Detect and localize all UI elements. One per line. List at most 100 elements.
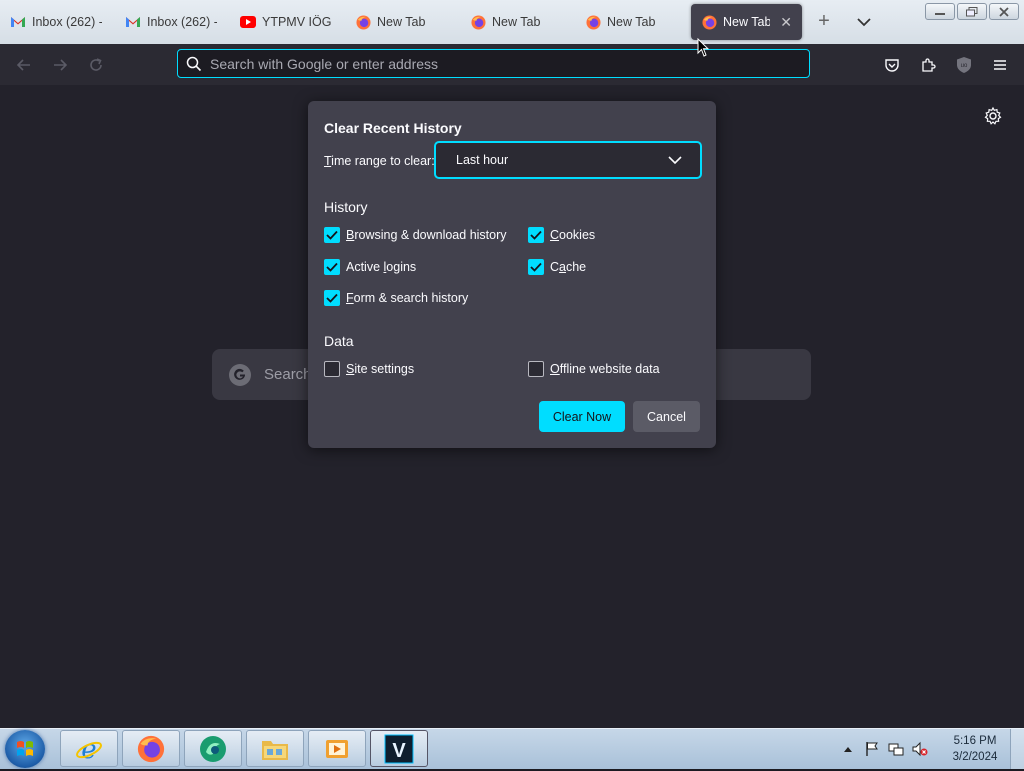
checkbox-label: Active logins bbox=[346, 260, 417, 274]
tab-strip: Inbox (262) - Inbox (262) - i YTPMV IÖGO… bbox=[0, 0, 1024, 44]
taskbar-vegas[interactable]: V bbox=[370, 730, 428, 767]
personalize-settings-button[interactable] bbox=[983, 106, 1003, 126]
tab-title: New Tab bbox=[492, 15, 541, 29]
tab-title: New Tab bbox=[607, 15, 656, 29]
list-all-tabs-button[interactable] bbox=[855, 13, 873, 31]
taskbar-internet-explorer[interactable]: e bbox=[60, 730, 118, 767]
close-tab-icon[interactable]: ✕ bbox=[770, 14, 792, 31]
search-icon bbox=[186, 56, 202, 72]
firefox-icon bbox=[137, 735, 165, 762]
time-range-value: Last hour bbox=[456, 153, 509, 167]
gmail-icon bbox=[10, 14, 26, 30]
label-text: ime range to clear: bbox=[331, 154, 435, 168]
forward-button[interactable] bbox=[50, 55, 70, 75]
mouse-cursor-icon bbox=[697, 38, 709, 57]
svg-text:V: V bbox=[392, 740, 406, 762]
tab-new-active[interactable]: New Tab ✕ bbox=[691, 4, 802, 40]
google-search-placeholder: Search bbox=[264, 366, 312, 383]
restore-button[interactable] bbox=[957, 3, 987, 20]
shield-icon: uo bbox=[957, 57, 971, 73]
arrow-left-icon bbox=[16, 59, 30, 71]
dialog-title: Clear Recent History bbox=[324, 120, 462, 136]
checkbox-label: Cache bbox=[550, 260, 587, 274]
history-heading: History bbox=[324, 199, 368, 215]
youtube-icon bbox=[240, 14, 256, 30]
checkbox-label: Browsing & download history bbox=[346, 228, 507, 242]
action-center-icon[interactable] bbox=[864, 741, 880, 757]
back-button[interactable] bbox=[14, 55, 34, 75]
internet-explorer-icon: e bbox=[76, 735, 102, 764]
tab-gmail-1[interactable]: Inbox (262) - bbox=[10, 0, 102, 44]
ublock-button[interactable]: uo bbox=[954, 55, 974, 75]
checkmark-icon bbox=[528, 259, 544, 275]
checkmark-icon bbox=[324, 227, 340, 243]
browsing-history-checkbox[interactable]: Browsing & download history bbox=[324, 227, 507, 243]
arrow-right-icon bbox=[54, 59, 68, 71]
tab-gmail-2[interactable]: Inbox (262) - i bbox=[125, 0, 217, 44]
network-icon[interactable] bbox=[888, 741, 904, 757]
tab-title: Inbox (262) - bbox=[32, 15, 102, 29]
vegas-icon: V bbox=[384, 734, 414, 763]
chevron-up-icon bbox=[844, 747, 852, 752]
chevron-down-icon bbox=[668, 156, 682, 165]
taskbar-media-player[interactable] bbox=[308, 730, 366, 767]
show-hidden-icons-button[interactable] bbox=[840, 741, 856, 757]
start-button[interactable] bbox=[5, 730, 45, 768]
new-tab-button[interactable]: + bbox=[814, 11, 834, 32]
volume-muted-icon[interactable] bbox=[912, 741, 928, 757]
firefox-icon bbox=[470, 14, 486, 30]
menu-button[interactable] bbox=[990, 55, 1010, 75]
gmail-icon bbox=[125, 14, 141, 30]
google-icon bbox=[229, 363, 251, 386]
tab-youtube[interactable]: YTPMV IÖGO bbox=[240, 0, 332, 44]
extensions-button[interactable] bbox=[918, 55, 938, 75]
address-bar[interactable] bbox=[177, 49, 810, 78]
unchecked-box-icon bbox=[324, 361, 340, 377]
speaker-muted-icon bbox=[912, 741, 928, 757]
close-window-button[interactable] bbox=[989, 3, 1019, 20]
cache-checkbox[interactable]: Cache bbox=[528, 259, 586, 275]
checkmark-icon bbox=[528, 227, 544, 243]
tab-title: Inbox (262) - i bbox=[147, 15, 217, 29]
time-range-label: Time range to clear: bbox=[324, 154, 435, 168]
data-heading: Data bbox=[324, 333, 354, 349]
reload-button[interactable] bbox=[86, 55, 106, 75]
tab-new-1[interactable]: New Tab bbox=[355, 0, 447, 44]
firefox-icon bbox=[585, 14, 601, 30]
unchecked-box-icon bbox=[528, 361, 544, 377]
taskbar-firefox[interactable] bbox=[122, 730, 180, 767]
taskbar-file-explorer[interactable] bbox=[246, 730, 304, 767]
windows-logo-icon bbox=[17, 741, 33, 756]
tab-title: New Tab bbox=[377, 15, 426, 29]
form-search-history-checkbox[interactable]: Form & search history bbox=[324, 290, 468, 306]
time-range-select[interactable]: Last hour bbox=[434, 141, 702, 179]
checkbox-label: Site settings bbox=[346, 362, 415, 376]
taskbar-browser-app[interactable] bbox=[184, 730, 242, 767]
cancel-button[interactable]: Cancel bbox=[633, 401, 700, 432]
windows-taskbar: e V 5:16 PM 3/2/2024 bbox=[0, 728, 1024, 769]
active-logins-checkbox[interactable]: Active logins bbox=[324, 259, 416, 275]
svg-text:e: e bbox=[81, 735, 96, 764]
media-player-icon bbox=[326, 739, 348, 758]
tab-new-3[interactable]: New Tab bbox=[585, 0, 677, 44]
clear-now-button[interactable]: Clear Now bbox=[539, 401, 625, 432]
cookies-checkbox[interactable]: Cookies bbox=[528, 227, 595, 243]
firefox-icon bbox=[355, 14, 371, 30]
firefox-icon bbox=[701, 14, 717, 30]
system-clock[interactable]: 5:16 PM 3/2/2024 bbox=[946, 733, 1004, 765]
site-settings-checkbox[interactable]: Site settings bbox=[324, 361, 414, 377]
show-desktop-button[interactable] bbox=[1010, 729, 1024, 769]
checkmark-icon bbox=[324, 290, 340, 306]
tab-new-2[interactable]: New Tab bbox=[470, 0, 562, 44]
offline-website-data-checkbox[interactable]: Offline website data bbox=[528, 361, 660, 377]
minimize-button[interactable] bbox=[925, 3, 955, 20]
checkbox-label: Form & search history bbox=[346, 291, 469, 305]
pocket-icon bbox=[885, 59, 899, 72]
checkbox-label: Offline website data bbox=[550, 362, 660, 376]
svg-text:uo: uo bbox=[961, 63, 968, 69]
hamburger-menu-icon bbox=[994, 60, 1006, 70]
clear-history-dialog: Clear Recent History Time range to clear… bbox=[308, 101, 716, 448]
pocket-button[interactable] bbox=[882, 55, 902, 75]
checkbox-label: Cookies bbox=[550, 228, 596, 242]
tab-title: New Tab bbox=[723, 15, 771, 29]
